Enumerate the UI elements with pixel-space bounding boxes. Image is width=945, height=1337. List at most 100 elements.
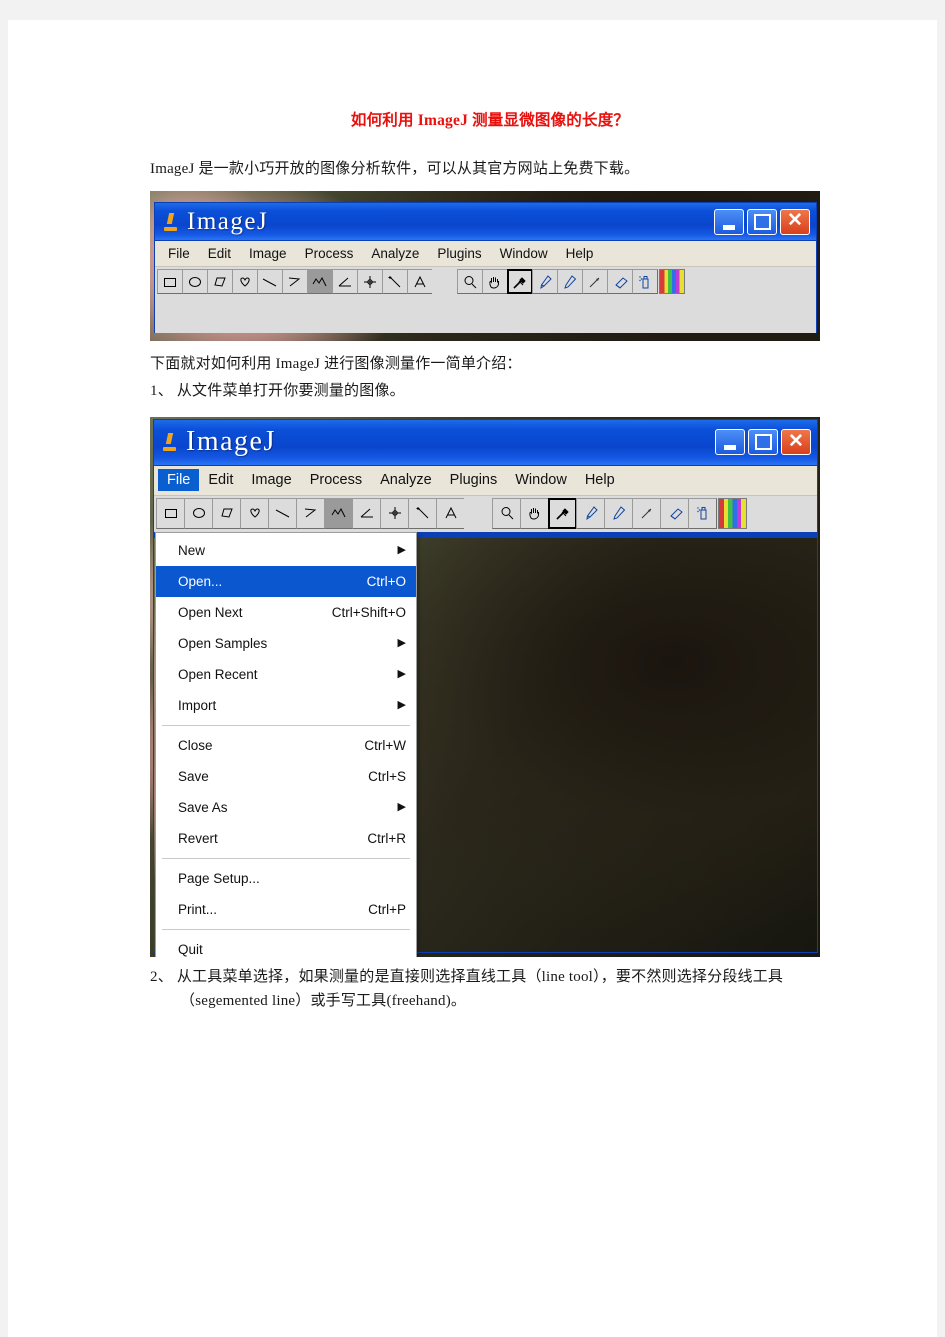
minimize-button[interactable] bbox=[714, 208, 744, 235]
menu-analyze[interactable]: Analyze bbox=[362, 243, 428, 264]
menu-edit[interactable]: Edit bbox=[199, 243, 240, 264]
menu-item-close[interactable]: Close Ctrl+W bbox=[156, 730, 416, 761]
hand-tool-icon[interactable] bbox=[520, 497, 549, 529]
oval-tool-icon[interactable] bbox=[182, 269, 208, 295]
menu-item-label: Open Recent bbox=[178, 666, 258, 682]
freehand-selection-tool-icon[interactable] bbox=[240, 497, 269, 529]
menu-window[interactable]: Window bbox=[506, 469, 576, 491]
maximize-button[interactable] bbox=[748, 429, 778, 455]
segmented-line-tool-icon[interactable] bbox=[296, 497, 325, 529]
menu-image[interactable]: Image bbox=[240, 243, 296, 264]
menu-item-open-recent[interactable]: Open Recent ▶ bbox=[156, 659, 416, 690]
straight-line-tool-icon[interactable] bbox=[257, 269, 283, 295]
polygon-tool-icon[interactable] bbox=[212, 497, 241, 529]
spray-can-tool-icon[interactable] bbox=[632, 269, 658, 295]
menu-help[interactable]: Help bbox=[557, 243, 603, 264]
rectangle-tool-icon[interactable] bbox=[157, 269, 183, 295]
file-dropdown-menu[interactable]: New ▶ Open... Ctrl+O Open Next Ctrl+Shif… bbox=[155, 531, 417, 957]
menu-item-open[interactable]: Open... Ctrl+O bbox=[156, 565, 416, 597]
paintbrush-tool-icon[interactable] bbox=[576, 497, 605, 529]
menu-item-save[interactable]: Save Ctrl+S bbox=[156, 761, 416, 792]
menu-plugins[interactable]: Plugins bbox=[441, 469, 507, 491]
menu-item-open-samples[interactable]: Open Samples ▶ bbox=[156, 628, 416, 659]
menu-edit[interactable]: Edit bbox=[199, 469, 242, 491]
maximize-button[interactable] bbox=[747, 208, 777, 235]
page-title: 如何利用 ImageJ 测量显微图像的长度？ bbox=[350, 112, 630, 129]
microscope-icon bbox=[162, 432, 178, 452]
freehand-line-tool-icon[interactable] bbox=[307, 269, 333, 295]
lut-color-bar-icon[interactable] bbox=[659, 269, 685, 295]
window-title: ImageJ bbox=[187, 208, 269, 236]
menu-process[interactable]: Process bbox=[296, 243, 363, 264]
intro-paragraph: ImageJ 是一款小巧开放的图像分析软件，可以从其官方网站上免费下载。 bbox=[150, 161, 640, 177]
menu-item-label: Import bbox=[178, 697, 217, 713]
eraser-tool-icon[interactable] bbox=[607, 269, 633, 295]
menu-image[interactable]: Image bbox=[242, 469, 300, 491]
menu-window[interactable]: Window bbox=[491, 243, 557, 264]
freehand-line-tool-icon[interactable] bbox=[324, 497, 353, 529]
menu-plugins[interactable]: Plugins bbox=[428, 243, 490, 264]
menu-help[interactable]: Help bbox=[576, 469, 624, 491]
menu-process[interactable]: Process bbox=[301, 469, 371, 491]
paintbrush-tool-icon[interactable] bbox=[532, 269, 558, 295]
menu-item-new[interactable]: New ▶ bbox=[156, 535, 416, 566]
segmented-line-tool-icon[interactable] bbox=[282, 269, 308, 295]
oval-tool-icon[interactable] bbox=[184, 497, 213, 529]
window-buttons: ✕ bbox=[714, 208, 812, 235]
menu-item-shortcut: Ctrl+W bbox=[364, 737, 406, 753]
pencil-tool-icon[interactable] bbox=[557, 269, 583, 295]
submenu-arrow-icon: ▶ bbox=[397, 667, 406, 680]
tool-bar bbox=[154, 495, 817, 530]
menu-file[interactable]: File bbox=[159, 243, 199, 264]
minimize-button[interactable] bbox=[715, 429, 745, 455]
step-1-paragraph: 1、 从文件菜单打开你要测量的图像。 bbox=[150, 382, 405, 399]
wand-tool-icon[interactable] bbox=[382, 269, 408, 295]
imagej-window-2[interactable]: ImageJ ✕ File Edit Image Process Analyze… bbox=[153, 418, 818, 957]
menu-item-revert[interactable]: Revert Ctrl+R bbox=[156, 823, 416, 854]
menu-item-open-next[interactable]: Open Next Ctrl+Shift+O bbox=[156, 597, 416, 628]
dropper-tool-icon[interactable] bbox=[548, 497, 577, 529]
lut-color-bar-icon[interactable] bbox=[718, 497, 747, 529]
title-bar[interactable]: ImageJ ✕ bbox=[155, 203, 816, 242]
menu-item-page-setup[interactable]: Page Setup... bbox=[156, 863, 416, 894]
straight-line-tool-icon[interactable] bbox=[268, 497, 297, 529]
spray-can-tool-icon[interactable] bbox=[688, 497, 717, 529]
wand-tool-icon[interactable] bbox=[408, 497, 437, 529]
imagej-window-1[interactable]: ImageJ ✕ File Edit Image Process Analyze… bbox=[154, 202, 817, 334]
pencil-tool-icon[interactable] bbox=[604, 497, 633, 529]
close-button[interactable]: ✕ bbox=[780, 208, 810, 235]
menu-item-print[interactable]: Print... Ctrl+P bbox=[156, 894, 416, 925]
document-page: 如何利用 ImageJ 测量显微图像的长度？ ImageJ 是一款小巧开放的图像… bbox=[8, 20, 937, 1337]
text-tool-icon[interactable] bbox=[436, 497, 465, 529]
magnifier-tool-icon[interactable] bbox=[457, 269, 483, 295]
angle-tool-icon[interactable] bbox=[332, 269, 358, 295]
menu-item-import[interactable]: Import ▶ bbox=[156, 690, 416, 721]
arrow-tool-icon[interactable] bbox=[632, 497, 661, 529]
text-tool-icon[interactable] bbox=[407, 269, 433, 295]
point-tool-icon[interactable] bbox=[357, 269, 383, 295]
submenu-arrow-icon: ▶ bbox=[397, 636, 406, 649]
menu-item-quit[interactable]: Quit bbox=[156, 934, 416, 957]
freehand-selection-tool-icon[interactable] bbox=[232, 269, 258, 295]
hand-tool-icon[interactable] bbox=[482, 269, 508, 295]
close-icon: ✕ bbox=[788, 430, 804, 452]
menu-analyze[interactable]: Analyze bbox=[371, 469, 441, 491]
point-tool-icon[interactable] bbox=[380, 497, 409, 529]
angle-tool-icon[interactable] bbox=[352, 497, 381, 529]
menu-item-shortcut: Ctrl+Shift+O bbox=[331, 604, 406, 620]
toolbar-spacer bbox=[464, 497, 493, 529]
magnifier-tool-icon[interactable] bbox=[492, 497, 521, 529]
eraser-tool-icon[interactable] bbox=[660, 497, 689, 529]
rectangle-tool-icon[interactable] bbox=[156, 497, 185, 529]
menu-file[interactable]: File bbox=[158, 469, 200, 491]
status-bar bbox=[155, 295, 816, 334]
arrow-tool-icon[interactable] bbox=[582, 269, 608, 295]
polygon-tool-icon[interactable] bbox=[207, 269, 233, 295]
dropper-tool-icon[interactable] bbox=[507, 269, 533, 295]
submenu-arrow-icon: ▶ bbox=[397, 543, 406, 556]
document-content: 如何利用 ImageJ 测量显微图像的长度？ ImageJ 是一款小巧开放的图像… bbox=[150, 108, 830, 1013]
title-bar[interactable]: ImageJ ✕ bbox=[154, 419, 817, 466]
close-button[interactable]: ✕ bbox=[781, 429, 811, 455]
menu-item-save-as[interactable]: Save As ▶ bbox=[156, 792, 416, 823]
submenu-arrow-icon: ▶ bbox=[397, 800, 406, 813]
